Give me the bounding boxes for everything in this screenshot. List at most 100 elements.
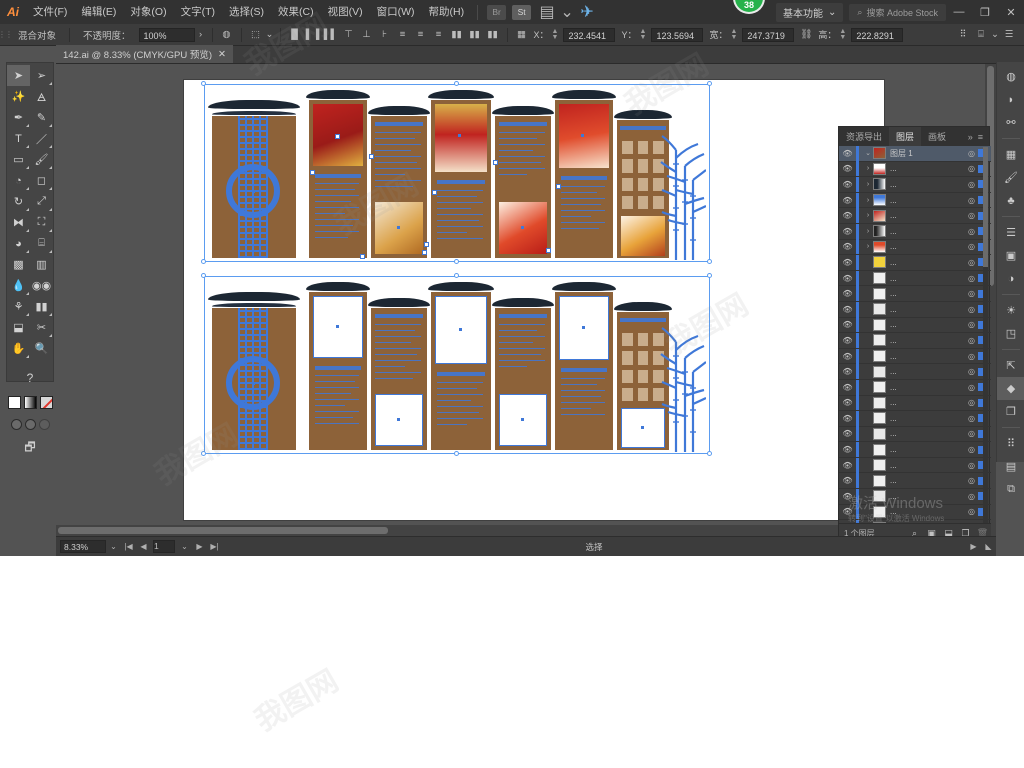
transform-panel-icon[interactable]: ⠿ [997,432,1024,455]
target-circle-icon[interactable]: ◎ [965,461,978,470]
artboard-tool[interactable]: ⬓ [7,317,30,338]
h-stepper-icon[interactable]: ▲ ▼ [839,28,846,41]
tab-asset-export[interactable]: 资源导出 [839,127,889,146]
color-panel-icon[interactable]: ◍ [997,65,1024,88]
eye-icon[interactable]: 👁 [839,320,856,329]
width-input[interactable]: 247.3719 [742,27,795,42]
x-position-group[interactable]: X： ▲ ▼ 232.4541 [531,27,619,42]
layer-row[interactable]: 👁 ›... ◎ [839,223,991,240]
layer-row[interactable]: 👁...◎ [839,332,991,349]
target-circle-icon[interactable]: ◎ [965,258,978,267]
y-input[interactable]: 123.5694 [651,27,704,42]
eye-icon[interactable]: 👁 [839,227,856,236]
slice-tool[interactable]: ✂ [30,317,53,338]
collapse-panel-icon[interactable]: » [968,132,973,142]
target-circle-icon[interactable]: ◎ [965,492,978,501]
hand-tool[interactable]: ✋ [7,338,30,359]
chevron-right-icon[interactable]: › [863,243,873,250]
target-circle-icon[interactable]: ◎ [965,429,978,438]
layer-row[interactable]: 👁 ›... ◎ [839,176,991,193]
help-tool-icon[interactable]: ? [7,365,53,391]
selection-bounding-box[interactable] [204,84,710,262]
eye-icon[interactable]: 👁 [839,383,856,392]
layers-list[interactable]: 👁 ⌄ 图层 1 ◎ 👁 ›... ◎ 👁 ›... ◎ 👁 ›... ◎ 👁 ›... ◎ 👁 ›... ◎ 👁 ›.… [839,146,991,524]
eye-icon[interactable]: 👁 [839,289,856,298]
distribute-right-icon[interactable]: ▮▮ [484,26,502,43]
share-icon[interactable]: ✈ [576,4,598,21]
menu-help[interactable]: 帮助(H) [422,0,472,24]
layers-icon[interactable]: ◆ [997,377,1024,400]
layer-name[interactable]: ... [890,476,965,485]
chevron-right-icon[interactable]: › [863,165,873,172]
layer-row[interactable]: 👁 ›... ◎ [839,192,991,209]
chevron-right-icon[interactable]: › [863,212,873,219]
layer-row[interactable]: 👁...◎ [839,410,991,427]
artboard-options-icon[interactable]: ⌸ [972,26,990,43]
target-circle-icon[interactable]: ◎ [965,398,978,407]
screen-mode-icon[interactable]: 🗗 [7,435,53,461]
layer-row[interactable]: 👁...◎ [839,379,991,396]
eye-icon[interactable]: 👁 [839,336,856,345]
artboard-dropdown-icon[interactable]: ⌄ [177,542,192,551]
chevron-right-icon[interactable]: › [863,197,873,204]
width-tool[interactable]: ⧓ [7,212,30,233]
fill-stroke-swatches[interactable] [7,391,53,413]
layer-name[interactable]: ... [890,383,965,392]
tab-layers[interactable]: 图层 [889,127,922,146]
layer-row[interactable]: 👁 ›... ◎ [839,208,991,224]
align-icon[interactable]: ☰ [997,221,1024,244]
menu-file[interactable]: 文件(F) [26,0,74,24]
layer-name[interactable]: ... [890,196,965,205]
resize-grip-icon[interactable]: ◣ [981,542,996,551]
layer-row[interactable]: 👁...◎ [839,364,991,380]
target-circle-icon[interactable]: ◎ [965,242,978,251]
notification-badge[interactable]: 38 [733,0,765,14]
height-input[interactable]: 222.8291 [851,27,904,42]
draw-behind-icon[interactable] [24,418,36,430]
distribute-center-icon[interactable]: ≡ [412,26,430,43]
search-stock-box[interactable]: ⌕ 搜索 Adobe Stock [849,3,946,21]
eye-icon[interactable]: 👁 [839,445,856,454]
target-circle-icon[interactable]: ◎ [965,227,978,236]
selection-bounding-box-2[interactable] [204,276,710,454]
target-circle-icon[interactable]: ◎ [965,289,978,298]
pathfinder-icon[interactable]: ▣ [997,244,1024,267]
x-stepper-icon[interactable]: ▲ ▼ [552,28,559,41]
layer-name[interactable]: ... [890,352,965,361]
shaper-tool[interactable]: ◔ [7,170,30,191]
graphic-styles-icon[interactable]: ◳ [997,322,1024,345]
layer-name[interactable]: ... [890,289,965,298]
layer-name[interactable]: ... [890,336,965,345]
blend-tool[interactable]: ◉◉ [30,275,53,296]
link-dimensions-icon[interactable]: ⛓ [797,26,815,43]
eye-icon[interactable]: 👁 [839,211,856,220]
target-circle-icon[interactable]: ◎ [965,196,978,205]
previous-artboard-button[interactable]: ◀ [136,542,151,551]
align-bottom-icon[interactable]: ⊦ [376,26,394,43]
target-circle-icon[interactable]: ◎ [965,149,978,158]
eye-icon[interactable]: 👁 [839,398,856,407]
y-position-group[interactable]: Y： ▲ ▼ 123.5694 [618,27,706,42]
control-bar-grip[interactable]: ⋮⋮ [0,24,13,46]
bridge-button[interactable]: Br [487,4,507,20]
layer-name[interactable]: ... [890,461,965,470]
gradient-tool[interactable]: ▥ [30,254,53,275]
target-circle-icon[interactable]: ◎ [965,445,978,454]
zoom-dropdown-icon[interactable]: ⌄ [106,542,121,551]
eye-icon[interactable]: 👁 [839,492,856,501]
eye-icon[interactable]: 👁 [839,196,856,205]
eye-icon[interactable]: 👁 [839,274,856,283]
layer-row[interactable]: 👁...◎ [839,317,991,334]
layer-row[interactable]: 👁...◎ [839,348,991,365]
eye-icon[interactable]: 👁 [839,461,856,470]
target-circle-icon[interactable]: ◎ [965,367,978,376]
eye-icon[interactable]: 👁 [839,149,856,158]
eye-icon[interactable]: 👁 [839,258,856,267]
chevron-right-icon[interactable]: › [863,228,873,235]
select-similar-caret-icon[interactable]: ⌄ [265,26,275,43]
curvature-tool[interactable]: ✎ [30,107,53,128]
shape-builder-tool[interactable]: ◕ [7,233,30,254]
character-styles-icon[interactable]: ▦ [997,143,1024,166]
type-tool[interactable]: T [7,128,30,149]
layer-row[interactable]: 👁...◎ [839,488,991,505]
